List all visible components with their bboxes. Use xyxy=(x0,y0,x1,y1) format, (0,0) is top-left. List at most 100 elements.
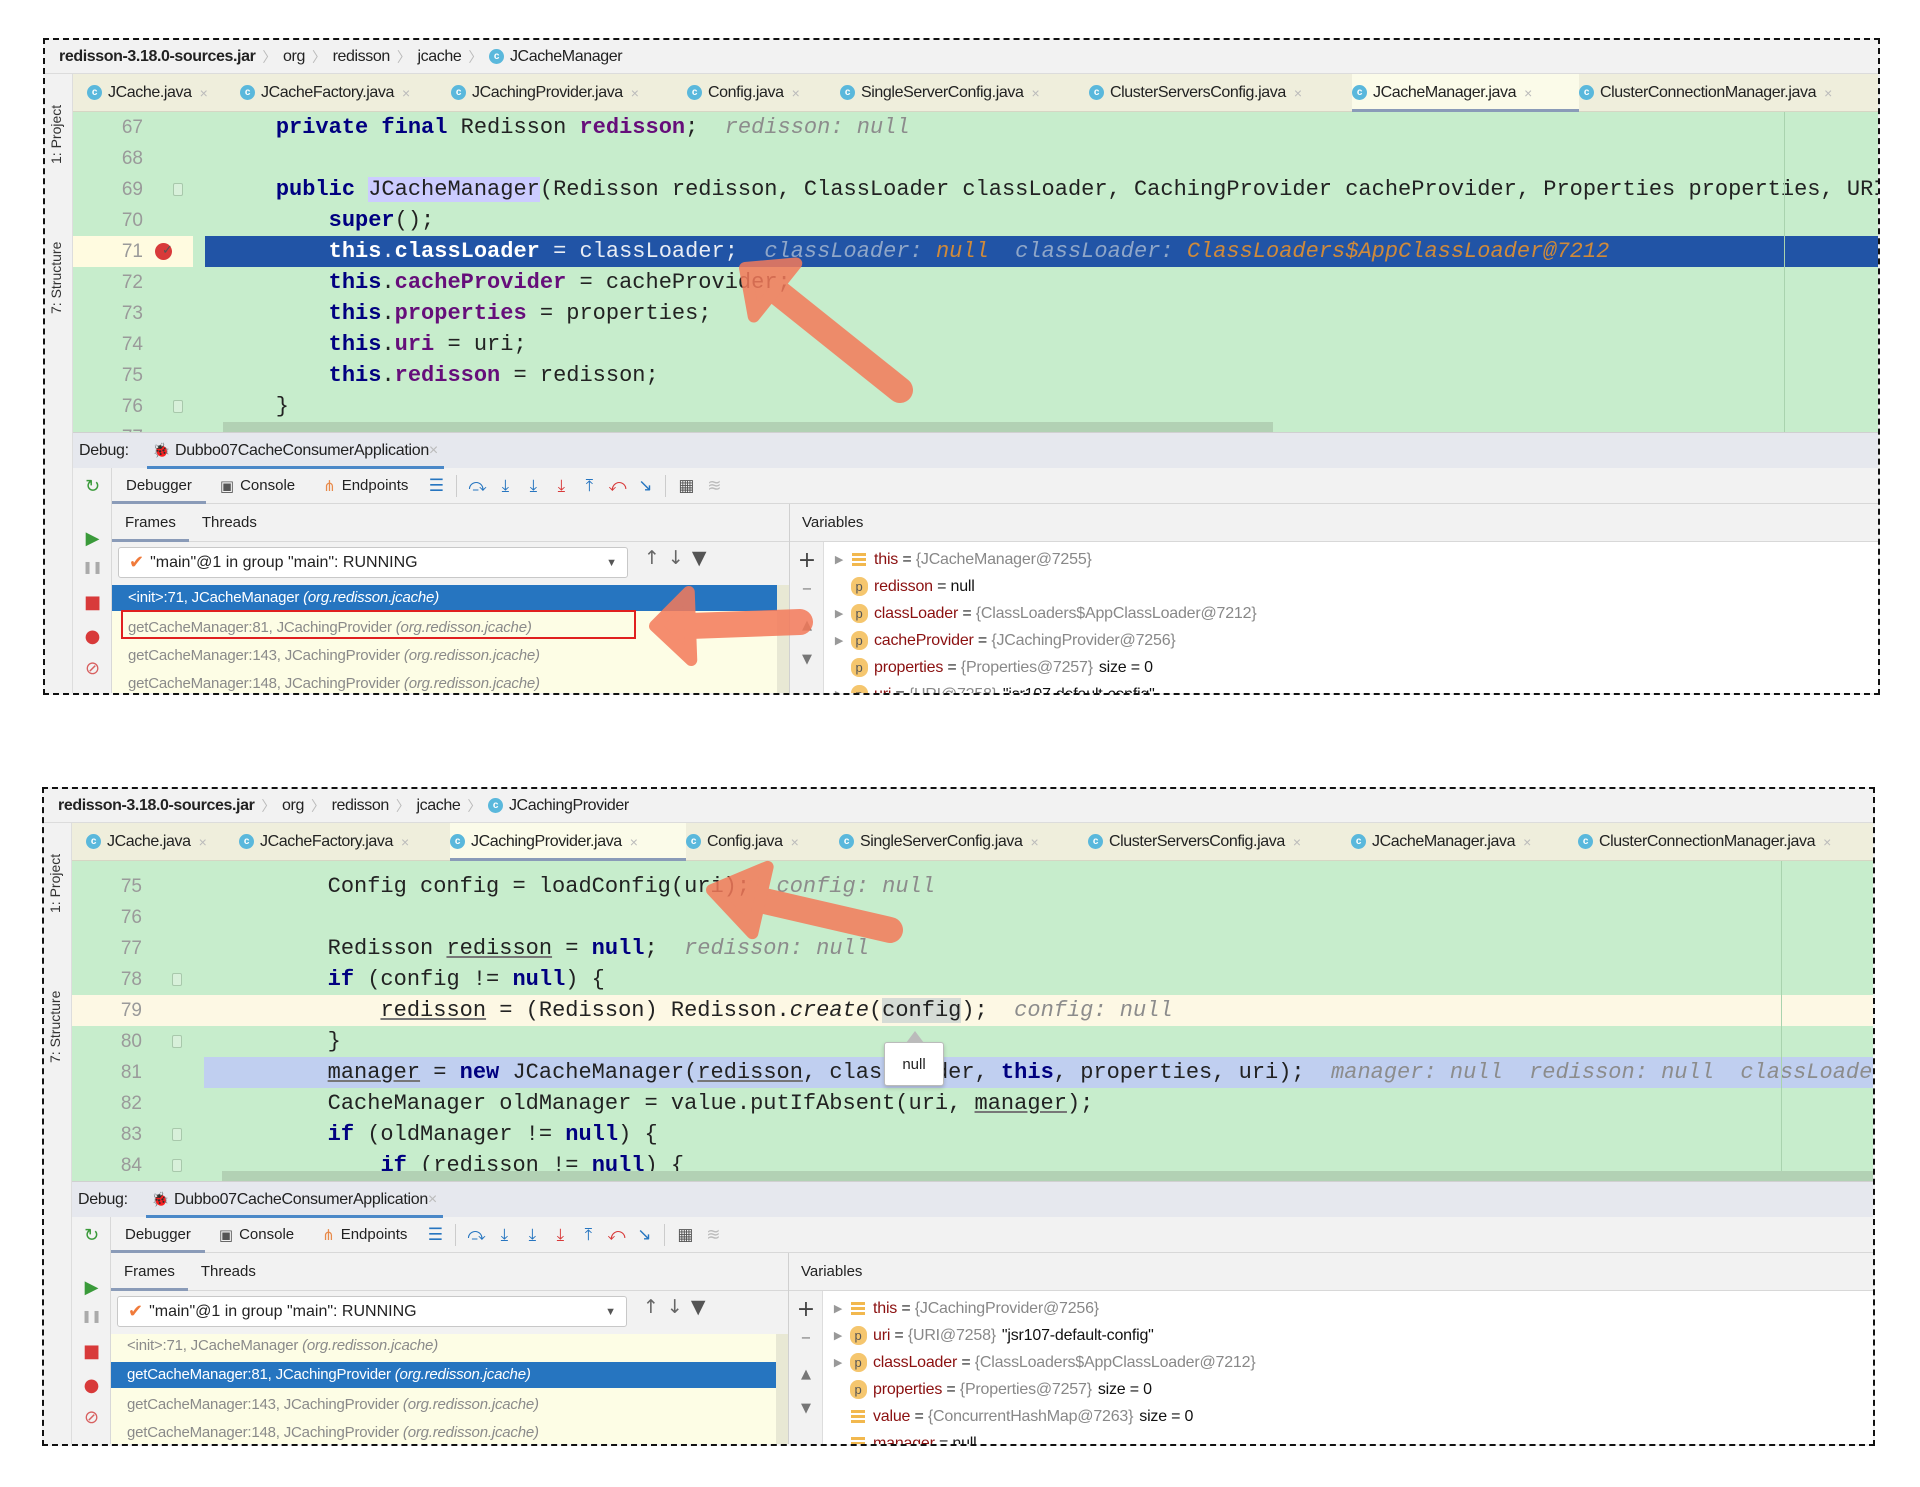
breadcrumb-item[interactable]: redisson-3.18.0-sources.jar xyxy=(58,797,255,815)
horizontal-scrollbar[interactable] xyxy=(223,422,1273,432)
editor-tab[interactable]: c ClusterServersConfig.java × xyxy=(1089,74,1352,112)
close-icon[interactable]: × xyxy=(1030,834,1038,850)
expand-arrow-icon[interactable]: ▶ xyxy=(827,1329,849,1342)
editor-tab[interactable]: c SingleServerConfig.java × xyxy=(839,823,1088,861)
frame-row[interactable]: <init>:71, JCacheManager (org.redisson.j… xyxy=(112,585,777,611)
evaluate-expression-icon[interactable]: ▦ xyxy=(671,1225,699,1245)
close-icon[interactable]: × xyxy=(401,834,409,850)
fold-marker-icon[interactable] xyxy=(173,400,183,413)
editor-tab[interactable]: c Config.java × xyxy=(687,74,840,112)
resume-icon[interactable]: ▶ xyxy=(73,528,112,549)
step-into-icon[interactable]: ⤓ xyxy=(519,476,547,496)
editor-tab[interactable]: c JCachingProvider.java × xyxy=(451,74,687,112)
next-frame-icon[interactable]: ↓ xyxy=(667,1296,683,1318)
variable-row[interactable]: ▶ this = {JCachingProvider@7256} xyxy=(827,1295,1873,1322)
step-over-icon[interactable]: ⤓ xyxy=(491,476,519,496)
run-to-cursor-icon[interactable]: ↘ xyxy=(630,1225,658,1245)
variable-row[interactable]: manager = null xyxy=(827,1430,1873,1444)
move-down-icon[interactable]: ▼ xyxy=(789,1401,823,1416)
close-icon[interactable]: × xyxy=(1524,85,1532,101)
remove-watch-icon[interactable]: − xyxy=(790,582,824,597)
variable-row[interactable]: ▶ p uri = {URI@7258} "jsr107-default-config… xyxy=(827,1322,1873,1349)
close-icon[interactable]: × xyxy=(1031,85,1039,101)
editor-tab[interactable]: c JCacheManager.java × xyxy=(1351,823,1578,861)
expand-arrow-icon[interactable]: ▶ xyxy=(828,634,850,647)
editor-tab[interactable]: c SingleServerConfig.java × xyxy=(840,74,1089,112)
variable-row[interactable]: value = {ConcurrentHashMap@7263} size = 0 xyxy=(827,1403,1873,1430)
pause-icon[interactable]: ❚❚ xyxy=(72,1309,111,1323)
editor-tab[interactable]: c JCachingProvider.java × xyxy=(450,822,686,861)
toolbar-tab-debugger[interactable]: Debugger xyxy=(111,1217,205,1253)
close-icon[interactable]: × xyxy=(631,85,639,101)
step-over-icon[interactable]: ⤓ xyxy=(490,1225,518,1245)
variable-row[interactable]: p redisson = null xyxy=(828,573,1878,600)
breadcrumb-item[interactable]: jcache xyxy=(417,48,461,66)
editor-tab[interactable]: c Config.java × xyxy=(686,823,839,861)
expand-arrow-icon[interactable]: ▶ xyxy=(827,1356,849,1369)
debug-session-tab[interactable]: 🐞 Dubbo07CacheConsumerApplication × xyxy=(145,1182,444,1218)
editor-tab[interactable]: c ClusterServersConfig.java × xyxy=(1088,823,1351,861)
close-icon[interactable]: × xyxy=(429,442,438,460)
breadcrumb-item[interactable]: jcache xyxy=(416,797,460,815)
variable-row[interactable]: ▶ p classLoader = {ClassLoaders$AppClassLo… xyxy=(828,600,1878,627)
frames-scrollbar[interactable] xyxy=(777,585,789,693)
toolbar-tab-debugger[interactable]: Debugger xyxy=(112,468,206,504)
breadcrumb-item[interactable]: JCacheManager xyxy=(510,48,623,66)
evaluate-expression-icon[interactable]: ▦ xyxy=(672,476,700,496)
close-icon[interactable]: × xyxy=(428,1191,437,1209)
rerun-icon[interactable]: ↻ xyxy=(73,476,112,497)
fold-marker-icon[interactable] xyxy=(172,1159,182,1172)
tool-window-button-structure[interactable]: 7: Structure xyxy=(47,991,63,1063)
frames-scrollbar[interactable] xyxy=(776,1334,788,1444)
stop-icon[interactable]: ■ xyxy=(73,592,112,613)
tool-window-button-project[interactable]: 1: Project xyxy=(47,854,63,913)
move-up-icon[interactable]: ▲ xyxy=(790,618,824,633)
drop-frame-icon[interactable]: ⤺ xyxy=(603,476,631,496)
step-out-icon[interactable]: ⤒ xyxy=(575,476,603,496)
breadcrumb-item[interactable]: org xyxy=(283,48,305,66)
filter-icon[interactable]: ▼ xyxy=(692,547,707,569)
horizontal-scrollbar[interactable] xyxy=(222,1171,1873,1181)
close-icon[interactable]: × xyxy=(1523,834,1531,850)
variable-row[interactable]: p properties = {Properties@7257} size = 0 xyxy=(828,654,1878,681)
previous-frame-icon[interactable]: ↑ xyxy=(644,547,660,569)
breadcrumb-item[interactable]: redisson-3.18.0-sources.jar xyxy=(59,48,256,66)
frame-row[interactable]: getCacheManager:143, JCachingProvider (o… xyxy=(111,1393,776,1416)
breadcrumb-item[interactable]: JCachingProvider xyxy=(509,797,629,815)
view-breakpoints-icon[interactable]: ● xyxy=(72,1375,111,1396)
toolbar-tab-console[interactable]: ▣ Console xyxy=(206,468,309,504)
previous-frame-icon[interactable]: ↑ xyxy=(643,1296,659,1318)
close-icon[interactable]: × xyxy=(1824,85,1832,101)
code-editor[interactable]: 67 private final Redisson redisson; redi… xyxy=(73,112,1878,432)
expand-arrow-icon[interactable]: ▶ xyxy=(828,553,850,566)
editor-tab[interactable]: c JCache.java × xyxy=(87,74,240,112)
close-icon[interactable]: × xyxy=(1823,834,1831,850)
editor-tab[interactable]: c JCache.java × xyxy=(86,823,239,861)
expand-arrow-icon[interactable]: ▶ xyxy=(828,607,850,620)
breadcrumb-item[interactable]: org xyxy=(282,797,304,815)
variable-row[interactable]: p properties = {Properties@7257} size = 0 xyxy=(827,1376,1873,1403)
variable-row[interactable]: ▶ p uri = {URI@7258} "jsr107-default-config… xyxy=(828,681,1878,693)
tab-frames[interactable]: Frames xyxy=(112,504,189,542)
step-out-icon[interactable]: ⤒ xyxy=(574,1225,602,1245)
breadcrumb-item[interactable]: redisson xyxy=(332,797,390,815)
tab-frames[interactable]: Frames xyxy=(111,1253,188,1291)
editor-tab[interactable]: c JCacheFactory.java × xyxy=(239,823,450,861)
toolbar-tab-endpoints[interactable]: ⋔ Endpoints xyxy=(308,1217,421,1253)
tool-window-button-project[interactable]: 1: Project xyxy=(48,105,64,164)
toolbar-tab-endpoints[interactable]: ⋔ Endpoints xyxy=(309,468,422,504)
frame-row[interactable]: getCacheManager:148, JCachingProvider (o… xyxy=(112,672,777,693)
run-to-cursor-icon[interactable]: ↘ xyxy=(631,476,659,496)
close-icon[interactable]: × xyxy=(791,834,799,850)
breadcrumb-item[interactable]: redisson xyxy=(333,48,391,66)
view-breakpoints-icon[interactable]: ● xyxy=(73,626,112,647)
force-step-into-icon[interactable]: ⤓ xyxy=(546,1225,574,1245)
fold-marker-icon[interactable] xyxy=(172,973,182,986)
variable-row[interactable]: ▶ this = {JCacheManager@7255} xyxy=(828,546,1878,573)
add-watch-icon[interactable]: + xyxy=(790,548,824,573)
filter-icon[interactable]: ▼ xyxy=(691,1296,706,1318)
close-icon[interactable]: × xyxy=(200,85,208,101)
variable-row[interactable]: ▶ p classLoader = {ClassLoaders$AppClassLo… xyxy=(827,1349,1873,1376)
tab-threads[interactable]: Threads xyxy=(189,504,270,542)
breakpoint-icon[interactable] xyxy=(155,235,173,266)
